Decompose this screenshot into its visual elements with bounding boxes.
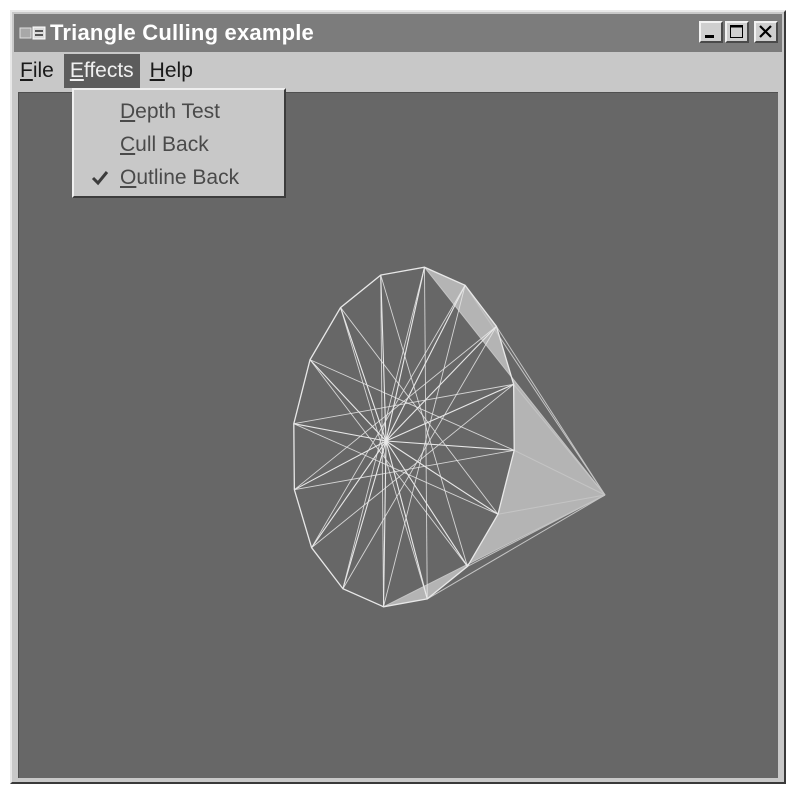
menu-help[interactable]: Help bbox=[144, 54, 199, 88]
menu-effects-label: ffects bbox=[83, 59, 134, 82]
depth-test-label: epth Test bbox=[135, 100, 221, 123]
cull-back-label: ull Back bbox=[135, 133, 209, 156]
window-controls bbox=[699, 21, 778, 43]
window-title: Triangle Culling example bbox=[50, 20, 314, 45]
maximize-icon bbox=[730, 25, 743, 38]
menu-file-accel: F bbox=[20, 59, 33, 82]
minimize-button[interactable] bbox=[699, 21, 723, 43]
menu-item-depth-test[interactable]: Depth Test bbox=[74, 95, 284, 128]
menu-file[interactable]: File bbox=[14, 54, 60, 88]
cone-base-edge bbox=[380, 274, 468, 567]
close-button[interactable] bbox=[754, 21, 778, 43]
cone-base-spoke bbox=[385, 440, 428, 600]
cull-back-check-slot bbox=[88, 128, 112, 161]
cone-base-spoke bbox=[342, 440, 387, 589]
cone-base-edge bbox=[293, 423, 499, 515]
cull-back-accel: C bbox=[120, 133, 136, 156]
menu-file-label: ile bbox=[32, 59, 54, 82]
cone-base-spoke bbox=[311, 440, 387, 548]
effects-dropdown-menu: Depth Test Cull Back Outline Back bbox=[72, 88, 286, 198]
menu-effects-accel: E bbox=[69, 59, 84, 82]
maximize-button[interactable] bbox=[725, 21, 749, 43]
minimize-icon bbox=[705, 35, 714, 38]
cone-base-spoke bbox=[382, 440, 387, 607]
depth-test-check-slot bbox=[88, 95, 112, 128]
title-bar[interactable]: Triangle Culling example bbox=[14, 14, 782, 52]
cone-base-spoke bbox=[385, 267, 426, 442]
outline-back-accel: O bbox=[120, 166, 137, 189]
checkmark-icon bbox=[88, 161, 112, 194]
menu-item-outline-back[interactable]: Outline Back bbox=[74, 161, 284, 194]
menu-help-label: elp bbox=[164, 59, 193, 82]
cone-base-edge bbox=[424, 267, 428, 599]
app-window-icon[interactable] bbox=[18, 23, 48, 43]
menu-effects[interactable]: Effects bbox=[63, 54, 140, 88]
cone-base-edge bbox=[309, 359, 515, 451]
cone-base-spoke bbox=[294, 440, 387, 491]
depth-test-accel: D bbox=[120, 100, 136, 123]
cone-base-edge bbox=[311, 383, 514, 548]
cone-base-spoke bbox=[385, 440, 515, 451]
menu-help-accel: H bbox=[149, 59, 165, 82]
menu-item-cull-back[interactable]: Cull Back bbox=[74, 128, 284, 161]
cone-base-spoke bbox=[385, 325, 497, 442]
cone-side-surface bbox=[383, 267, 605, 607]
cone-base-edge bbox=[294, 326, 497, 491]
outline-back-label: utline Back bbox=[136, 166, 240, 189]
close-icon bbox=[759, 25, 772, 38]
menu-bar: File Effects Help bbox=[14, 52, 782, 90]
